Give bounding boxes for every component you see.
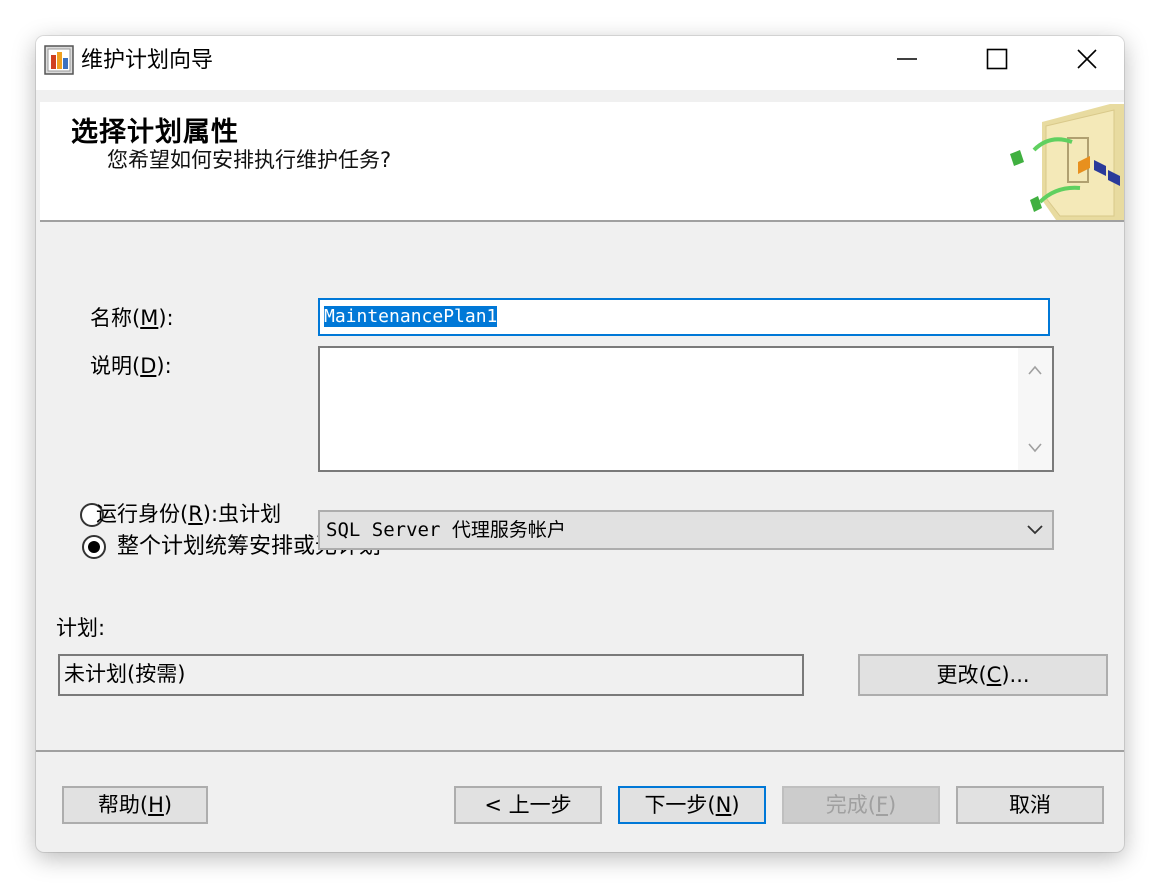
schedule-value: 未计划(按需) [58,654,804,696]
maximize-icon [986,48,1008,70]
minimize-icon [897,58,917,60]
wizard-window: 维护计划向导 选择计划属性 您希望如何安排执行维护任务? 名称(M): Main… [36,36,1124,852]
wizard-header: 选择计划属性 您希望如何安排执行维护任务? [40,102,1124,222]
name-input[interactable]: MaintenancePlan1 [318,298,1050,336]
page-subtitle: 您希望如何安排执行维护任务? [107,148,392,172]
runas-select-value: SQL Server 代理服务帐户 [326,519,566,541]
next-button[interactable]: 下一步(N) [618,786,766,824]
help-button[interactable]: 帮助(H) [62,786,208,824]
close-button[interactable] [1042,36,1124,82]
runas-select[interactable]: SQL Server 代理服务帐户 [318,510,1054,550]
description-label: 说明(D): [90,354,172,378]
back-button[interactable]: < 上一步 [454,786,602,824]
minimize-button[interactable] [862,36,952,82]
scroll-down-icon[interactable] [1027,442,1043,454]
maintenance-plan-icon [44,44,74,76]
title-bar: 维护计划向导 [36,36,1124,90]
chevron-down-icon [1027,525,1043,535]
scroll-up-icon[interactable] [1027,364,1043,376]
finish-button[interactable]: 完成(F) [782,786,940,824]
runas-label: 运行身份(R):虫计划 [96,502,282,526]
window-title: 维护计划向导 [81,48,214,73]
close-icon [1077,49,1097,69]
name-label: 名称(M): [90,306,174,330]
footer-separator [36,750,1124,752]
wizard-graphic-icon [1010,104,1124,220]
schedule-label: 计划: [56,616,106,640]
maximize-button[interactable] [952,36,1042,82]
description-textarea[interactable] [318,346,1054,472]
change-schedule-button[interactable]: 更改(C)... [858,654,1108,696]
description-scrollbar[interactable] [1018,348,1052,470]
radio-whole-plan[interactable] [82,535,106,559]
cancel-button[interactable]: 取消 [956,786,1104,824]
